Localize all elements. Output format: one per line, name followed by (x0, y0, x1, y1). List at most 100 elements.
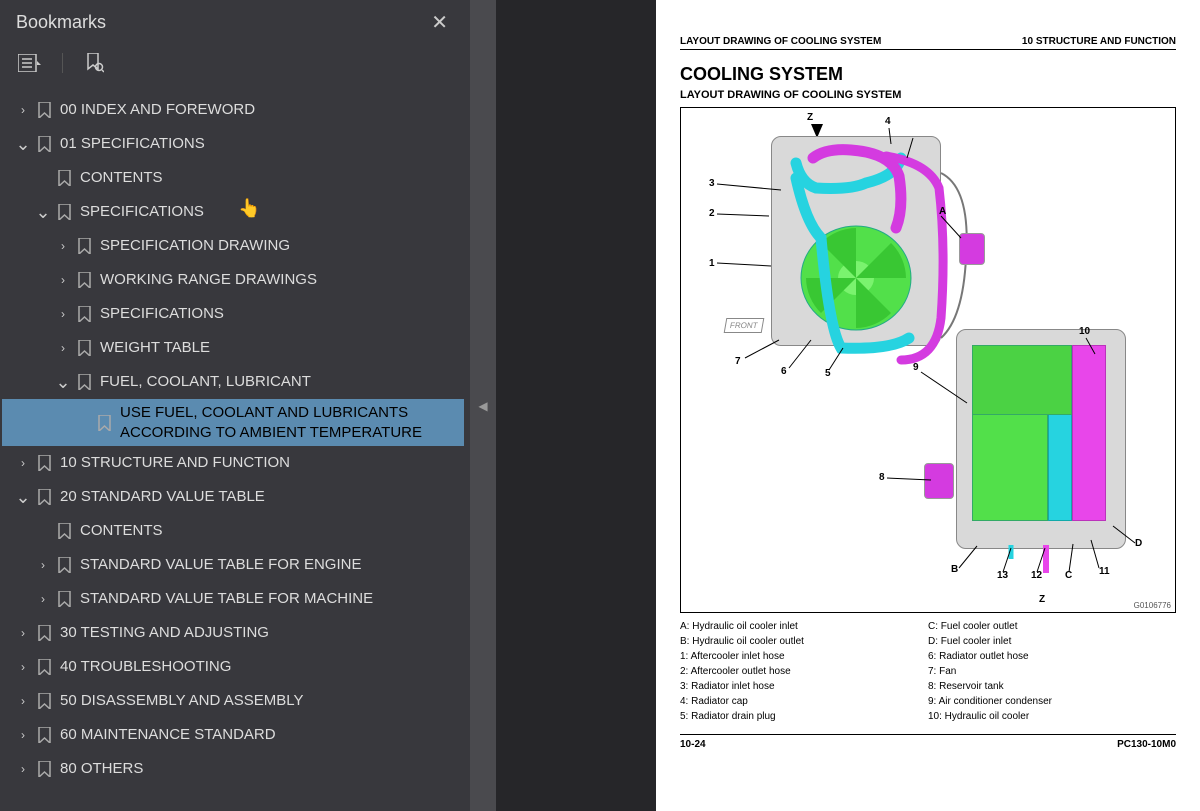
bookmark-label: 10 STRUCTURE AND FUNCTION (60, 449, 456, 477)
bookmark-item[interactable]: › 30 TESTING AND ADJUSTING (2, 616, 464, 650)
chevron-right-icon[interactable]: › (12, 762, 34, 776)
chevron-right-icon[interactable]: › (12, 626, 34, 640)
bookmark-item[interactable]: ›40 TROUBLESHOOTING (2, 650, 464, 684)
bookmarks-toolbar (0, 45, 470, 89)
bookmark-icon (34, 659, 54, 675)
options-icon[interactable] (16, 51, 44, 75)
chevron-right-icon[interactable]: › (12, 456, 34, 470)
bookmark-icon (34, 455, 54, 471)
page-footer: 10-24 PC130-10M0 (680, 734, 1176, 750)
callout-8: 8 (879, 472, 885, 483)
bookmark-item[interactable]: › 80 OTHERS (2, 752, 464, 786)
chevron-right-icon[interactable]: › (12, 103, 34, 117)
bookmark-item[interactable]: ›60 MAINTENANCE STANDARD (2, 718, 464, 752)
bookmark-label: SPECIFICATION DRAWING (100, 232, 456, 260)
legend-entry: A: Hydraulic oil cooler inlet (680, 619, 928, 634)
bookmark-item[interactable]: › SPECIFICATIONS (2, 297, 464, 331)
bookmark-item[interactable]: ›STANDARD VALUE TABLE FOR MACHINE (2, 582, 464, 616)
bookmark-icon (34, 102, 54, 118)
legend-entry: B: Hydraulic oil cooler outlet (680, 634, 928, 649)
callout-12: 12 (1031, 570, 1042, 581)
footer-page-number: 10-24 (680, 739, 706, 750)
page-title: COOLING SYSTEM (680, 64, 1176, 85)
chevron-right-icon[interactable]: › (52, 273, 74, 287)
toolbar-divider (62, 53, 63, 73)
bookmark-icon (34, 625, 54, 641)
legend: A: Hydraulic oil cooler inletB: Hydrauli… (680, 619, 1176, 724)
callout-D: D (1135, 538, 1142, 549)
chevron-right-icon[interactable]: › (32, 558, 54, 572)
bookmark-item[interactable]: CONTENTS (2, 161, 464, 195)
callout-11: 11 (1099, 566, 1110, 577)
bookmark-item[interactable]: USE FUEL, COOLANT AND LUBRICANTS ACCORDI… (2, 399, 464, 446)
bookmark-label: 20 STANDARD VALUE TABLE (60, 483, 456, 511)
bookmarks-header: Bookmarks ✕ (0, 0, 470, 45)
legend-entry: 9: Air conditioner condenser (928, 694, 1176, 709)
bookmark-item[interactable]: ⌄01 SPECIFICATIONS (2, 127, 464, 161)
bookmarks-tree[interactable]: › 00 INDEX AND FOREWORD ⌄01 SPECIFICATIONS… (0, 89, 470, 811)
collapse-sidebar-button[interactable]: ◀ (470, 0, 496, 811)
bookmarks-panel: Bookmarks ✕ › 00 INDEX AND FOREWORD ⌄01 SP… (0, 0, 470, 811)
callout-9: 9 (913, 362, 919, 373)
bookmark-icon (34, 727, 54, 743)
legend-entry: D: Fuel cooler inlet (928, 634, 1176, 649)
legend-entry: 4: Radiator cap (680, 694, 928, 709)
bookmark-item[interactable]: › WEIGHT TABLE (2, 331, 464, 365)
bookmark-icon (74, 306, 94, 322)
legend-entry: 8: Reservoir tank (928, 679, 1176, 694)
bookmark-item[interactable]: › 00 INDEX AND FOREWORD (2, 93, 464, 127)
bookmark-item[interactable]: › 50 DISASSEMBLY AND ASSEMBLY (2, 684, 464, 718)
chevron-right-icon[interactable]: › (52, 341, 74, 355)
bookmark-item[interactable]: › 10 STRUCTURE AND FUNCTION (2, 446, 464, 480)
bookmark-label: USE FUEL, COOLANT AND LUBRICANTS ACCORDI… (120, 399, 456, 446)
bookmark-item[interactable]: › STANDARD VALUE TABLE FOR ENGINE (2, 548, 464, 582)
legend-entry: 10: Hydraulic oil cooler (928, 709, 1176, 724)
chevron-right-icon[interactable]: › (52, 239, 74, 253)
bookmark-icon (74, 374, 94, 390)
chevron-down-icon[interactable]: ⌄ (32, 202, 54, 223)
bookmark-item[interactable]: ›WORKING RANGE DRAWINGS (2, 263, 464, 297)
chevron-right-icon[interactable]: › (32, 592, 54, 606)
footer-model: PC130-10M0 (1117, 739, 1176, 750)
figure-cooling-system: Z FRONT (680, 107, 1176, 613)
bookmark-item[interactable]: ⌄FUEL, COOLANT, LUBRICANT (2, 365, 464, 399)
header-right: 10 STRUCTURE AND FUNCTION (1022, 36, 1176, 47)
viewer-gutter (496, 0, 656, 811)
bookmark-label: 80 OTHERS (60, 755, 456, 783)
bookmark-label: 00 INDEX AND FOREWORD (60, 96, 456, 124)
chevron-right-icon[interactable]: › (52, 307, 74, 321)
bookmark-label: 50 DISASSEMBLY AND ASSEMBLY (60, 687, 456, 715)
callout-B: B (951, 564, 958, 575)
bookmark-icon (54, 591, 74, 607)
legend-entry: 5: Radiator drain plug (680, 709, 928, 724)
callout-13: 13 (997, 570, 1008, 581)
bookmark-icon (34, 136, 54, 152)
bookmark-item[interactable]: › SPECIFICATION DRAWING (2, 229, 464, 263)
document-page: LAYOUT DRAWING OF COOLING SYSTEM 10 STRU… (656, 0, 1200, 811)
bookmark-label: SPECIFICATIONS (100, 300, 456, 328)
chevron-right-icon[interactable]: › (12, 660, 34, 674)
bookmark-item[interactable]: ⌄SPECIFICATIONS (2, 195, 464, 229)
bookmark-label: 30 TESTING AND ADJUSTING (60, 619, 456, 647)
bookmark-icon (74, 272, 94, 288)
bookmark-icon (74, 238, 94, 254)
legend-entry: C: Fuel cooler outlet (928, 619, 1176, 634)
chevron-down-icon[interactable]: ⌄ (52, 372, 74, 393)
chevron-down-icon[interactable]: ⌄ (12, 487, 34, 508)
callout-lines-2 (681, 108, 1161, 613)
bookmark-icon (34, 761, 54, 777)
bookmark-label: WEIGHT TABLE (100, 334, 456, 362)
close-icon[interactable]: ✕ (425, 10, 454, 35)
bookmarks-title: Bookmarks (16, 12, 106, 33)
bookmark-item[interactable]: ⌄ 20 STANDARD VALUE TABLE (2, 480, 464, 514)
bookmark-label: STANDARD VALUE TABLE FOR ENGINE (80, 551, 456, 579)
bookmark-icon (74, 340, 94, 356)
figure-code: G0106776 (1134, 601, 1171, 610)
chevron-down-icon[interactable]: ⌄ (12, 134, 34, 155)
chevron-right-icon[interactable]: › (12, 728, 34, 742)
bookmark-icon (54, 170, 74, 186)
bookmark-label: CONTENTS (80, 164, 456, 192)
find-bookmark-icon[interactable] (81, 51, 109, 75)
bookmark-item[interactable]: CONTENTS (2, 514, 464, 548)
chevron-right-icon[interactable]: › (12, 694, 34, 708)
